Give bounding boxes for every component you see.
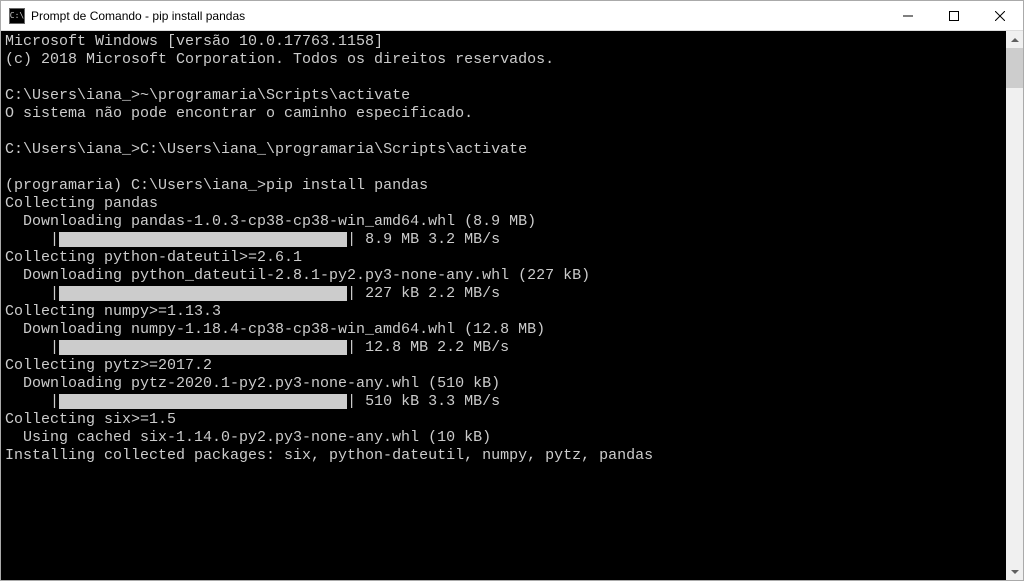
command-text: ~\programaria\Scripts\activate <box>140 87 410 104</box>
output-line: Downloading pandas-1.0.3-cp38-cp38-win_a… <box>5 213 1002 231</box>
output-line: Collecting pandas <box>5 195 1002 213</box>
command-line: (programaria) C:\Users\iana_>pip install… <box>5 177 1002 195</box>
prompt: (programaria) C:\Users\iana_> <box>5 177 266 194</box>
header-line: Microsoft Windows [versão 10.0.17763.115… <box>5 33 1002 51</box>
output-line: Using cached six-1.14.0-py2.py3-none-any… <box>5 429 1002 447</box>
console-body: Microsoft Windows [versão 10.0.17763.115… <box>1 31 1023 580</box>
progress-bar-fill <box>59 286 347 301</box>
blank-line <box>5 159 1002 177</box>
progress-bar-fill <box>59 394 347 409</box>
output-line: Collecting python-dateutil>=2.6.1 <box>5 249 1002 267</box>
close-button[interactable] <box>977 1 1023 30</box>
window-controls <box>885 1 1023 30</box>
progress-line: || 8.9 MB 3.2 MB/s <box>5 231 1002 249</box>
progress-bar-fill <box>59 340 347 355</box>
window-title: Prompt de Comando - pip install pandas <box>31 9 885 23</box>
header-line: (c) 2018 Microsoft Corporation. Todos os… <box>5 51 1002 69</box>
progress-line: || 227 kB 2.2 MB/s <box>5 285 1002 303</box>
command-text: pip install pandas <box>266 177 428 194</box>
blank-line <box>5 69 1002 87</box>
progress-line: || 12.8 MB 2.2 MB/s <box>5 339 1002 357</box>
maximize-button[interactable] <box>931 1 977 30</box>
scroll-up-arrow[interactable] <box>1006 31 1023 48</box>
scroll-thumb[interactable] <box>1006 48 1023 88</box>
vertical-scrollbar[interactable] <box>1006 31 1023 580</box>
console-output[interactable]: Microsoft Windows [versão 10.0.17763.115… <box>1 31 1006 580</box>
error-line: O sistema não pode encontrar o caminho e… <box>5 105 1002 123</box>
titlebar[interactable]: C:\ Prompt de Comando - pip install pand… <box>1 1 1023 31</box>
prompt: C:\Users\iana_> <box>5 87 140 104</box>
command-prompt-window: C:\ Prompt de Comando - pip install pand… <box>0 0 1024 581</box>
command-line: C:\Users\iana_>~\programaria\Scripts\act… <box>5 87 1002 105</box>
scroll-track[interactable] <box>1006 48 1023 563</box>
output-line: Downloading python_dateutil-2.8.1-py2.py… <box>5 267 1002 285</box>
output-line: Installing collected packages: six, pyth… <box>5 447 1002 465</box>
output-line: Downloading pytz-2020.1-py2.py3-none-any… <box>5 375 1002 393</box>
command-line: C:\Users\iana_>C:\Users\iana_\programari… <box>5 141 1002 159</box>
progress-bar-fill <box>59 232 347 247</box>
prompt: C:\Users\iana_> <box>5 141 140 158</box>
output-line: Collecting six>=1.5 <box>5 411 1002 429</box>
output-line: Collecting pytz>=2017.2 <box>5 357 1002 375</box>
minimize-button[interactable] <box>885 1 931 30</box>
cmd-icon: C:\ <box>9 8 25 24</box>
progress-line: || 510 kB 3.3 MB/s <box>5 393 1002 411</box>
scroll-down-arrow[interactable] <box>1006 563 1023 580</box>
blank-line <box>5 123 1002 141</box>
output-line: Collecting numpy>=1.13.3 <box>5 303 1002 321</box>
output-line: Downloading numpy-1.18.4-cp38-cp38-win_a… <box>5 321 1002 339</box>
command-text: C:\Users\iana_\programaria\Scripts\activ… <box>140 141 527 158</box>
